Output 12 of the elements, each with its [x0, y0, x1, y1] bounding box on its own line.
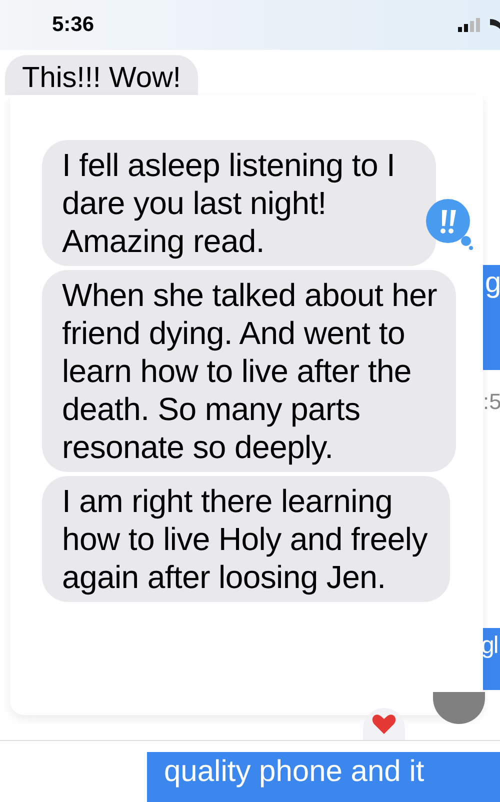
heart-reaction-badge[interactable] [363, 708, 405, 740]
message-bubble: quality phone and it [147, 752, 500, 802]
message-bubble: I am right there learning how to live Holy and freely again after loosing Jen. [42, 476, 450, 602]
message-bubble: I fell asleep listening to I dare you last night! Amazing read. [42, 140, 436, 266]
message-bubble: This!!! Wow! [5, 55, 198, 95]
message-bubble: When she talked about her friend dying. And went to learn how to live after the death. So many parts resonate so deeply. [42, 270, 456, 472]
heart-icon [372, 714, 396, 734]
timestamp-fragment: :5 [483, 388, 500, 416]
clock-time: 5:36 [52, 12, 94, 38]
signal-icon [458, 18, 482, 32]
exclamation-reaction-icon[interactable] [425, 198, 473, 250]
message-fragment: g [483, 265, 500, 370]
